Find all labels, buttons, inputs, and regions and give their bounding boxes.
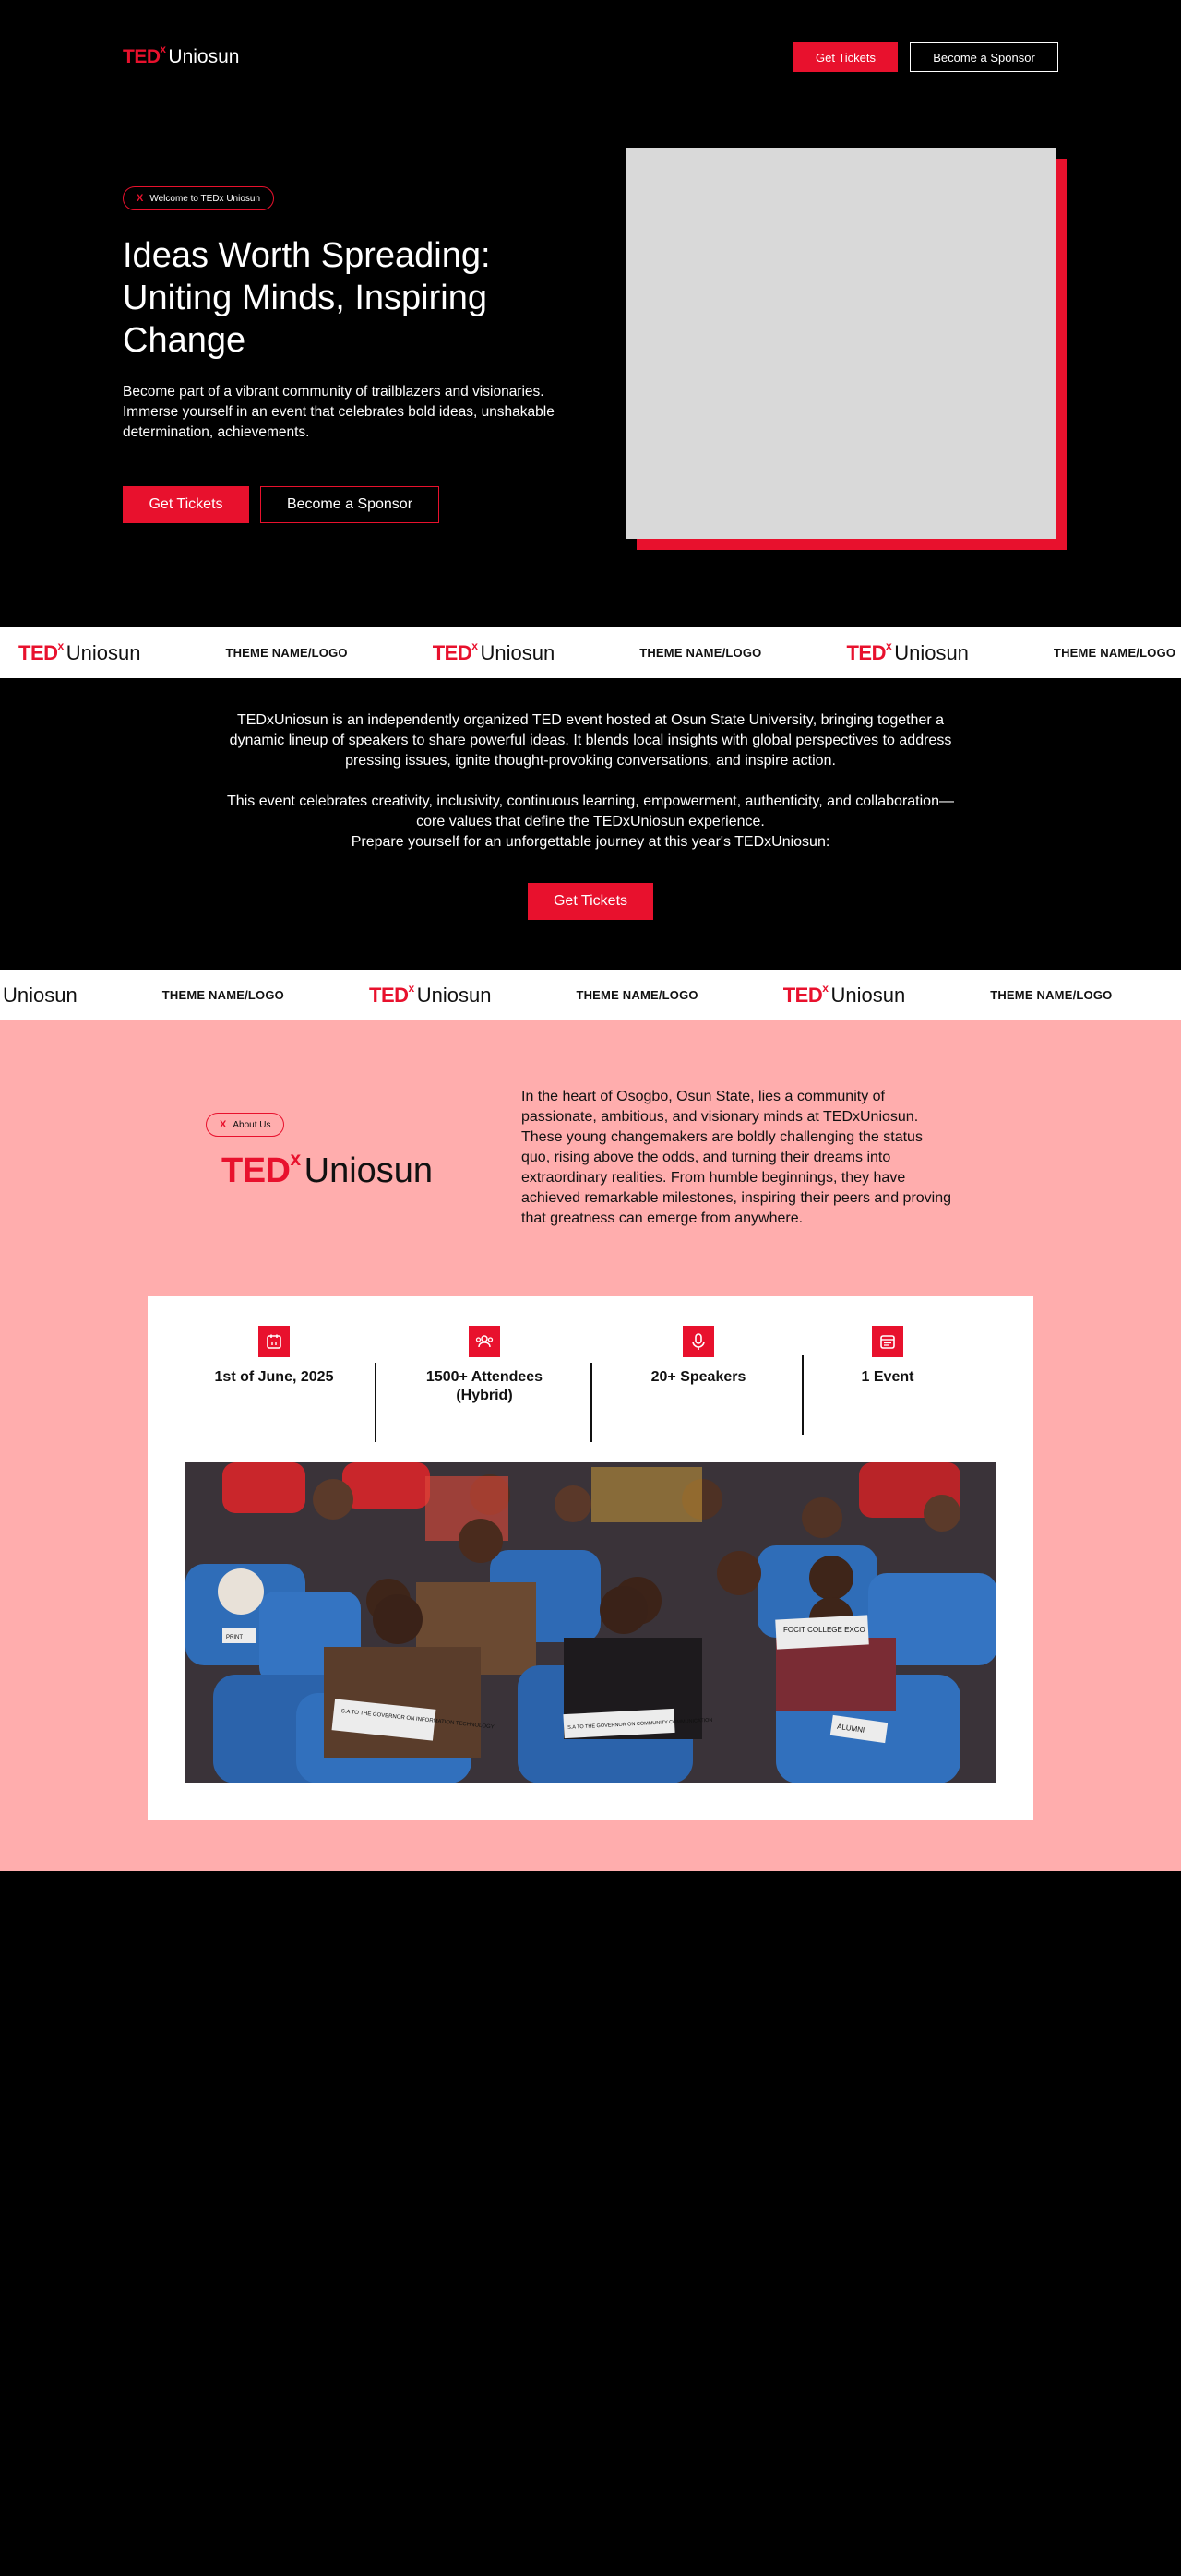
marquee-logo: TEDx Uniosun: [18, 638, 141, 664]
stat-divider: [375, 1363, 376, 1442]
stat-events: 1 Event: [809, 1326, 966, 1387]
intro-paragraph: TEDxUniosun is an independently organize…: [229, 712, 952, 769]
microphone-icon: [683, 1326, 714, 1357]
marquee-logo: TEDx Uniosun: [369, 981, 492, 1007]
header-actions: Get Tickets Become a Sponsor: [793, 42, 1058, 72]
marquee-theme-label: THEME NAME/LOGO: [161, 988, 284, 1002]
welcome-pill: X Welcome to TEDx Uniosun: [123, 186, 275, 210]
people-icon: [469, 1326, 500, 1357]
hero-get-tickets-button[interactable]: Get Tickets: [123, 486, 249, 523]
about-pill-text: About Us: [233, 1119, 271, 1130]
ted-wordmark: TEDx: [221, 1148, 301, 1190]
intro-paragraph: This event celebrates creativity, inclus…: [227, 793, 954, 829]
stat-divider: [590, 1363, 592, 1442]
about-logo: TEDx Uniosun: [221, 1148, 434, 1191]
partner-marquee: TEDx Uniosun THEME NAME/LOGO TEDx Uniosun …: [0, 627, 1181, 678]
stat-divider: [802, 1355, 804, 1435]
stat-speakers: 20+ Speakers: [620, 1326, 777, 1387]
marquee-theme-label: THEME NAME/LOGO: [225, 646, 348, 660]
site-header: TEDx Uniosun Get Tickets Become a Sponso…: [123, 41, 1058, 74]
partner-marquee: Uniosun THEME NAME/LOGO TEDx Uniosun THEM…: [0, 970, 1181, 1020]
intro-section: TEDxUniosun is an independently organize…: [221, 710, 960, 853]
hero-description: Become part of a vibrant community of tr…: [123, 384, 555, 440]
x-icon: X: [220, 1119, 227, 1130]
brand-logo[interactable]: TEDx Uniosun: [123, 44, 240, 68]
marquee-logo-partial: Uniosun: [3, 983, 78, 1007]
event-stats-card: 1st of June, 2025 1500+ Attendees (Hybri…: [148, 1296, 1033, 1820]
stat-attendees-label: 1500+ Attendees (Hybrid): [425, 1369, 543, 1403]
stat-date: 1st of June, 2025: [196, 1326, 352, 1387]
intro-paragraph: Prepare yourself for an unforgettable jo…: [351, 834, 830, 850]
brand-name: Uniosun: [168, 46, 240, 67]
about-description: In the heart of Osogbo, Osun State, lies…: [521, 1089, 952, 1226]
ted-wordmark: TEDx: [123, 44, 166, 67]
hero-become-sponsor-button[interactable]: Become a Sponsor: [260, 486, 439, 523]
about-section: X About Us TEDx Uniosun In the heart of …: [0, 1020, 1181, 1871]
stat-date-label: 1st of June, 2025: [214, 1369, 334, 1385]
marquee-logo: TEDx Uniosun: [432, 638, 555, 664]
event-icon: [872, 1326, 903, 1357]
brand-name: Uniosun: [304, 1151, 434, 1190]
marquee-theme-label: THEME NAME/LOGO: [1053, 646, 1176, 660]
about-pill: X About Us: [206, 1113, 285, 1137]
stats-row: 1st of June, 2025 1500+ Attendees (Hybri…: [148, 1326, 1033, 1442]
calendar-icon: [258, 1326, 290, 1357]
x-icon: X: [137, 193, 144, 204]
header-become-sponsor-button[interactable]: Become a Sponsor: [910, 42, 1058, 72]
hero-title: Ideas Worth Spreading: Uniting Minds, In…: [123, 236, 491, 360]
audience-photo-illustration: FOCIT COLLEGE EXCO S.A TO THE GOVERNOR O…: [185, 1462, 996, 1783]
welcome-pill-text: Welcome to TEDx Uniosun: [149, 193, 261, 204]
stat-attendees: 1500+ Attendees (Hybrid): [406, 1326, 563, 1405]
intro-get-tickets-button[interactable]: Get Tickets: [528, 883, 653, 920]
photo-sign: FOCIT COLLEGE EXCO: [783, 1626, 865, 1634]
marquee-theme-label: THEME NAME/LOGO: [990, 988, 1113, 1002]
stat-speakers-label: 20+ Speakers: [650, 1369, 746, 1385]
marquee-logo: TEDx Uniosun: [782, 981, 906, 1007]
marquee-logo: TEDx Uniosun: [846, 638, 969, 664]
marquee-theme-label: THEME NAME/LOGO: [639, 646, 762, 660]
hero-media-placeholder: [626, 148, 1056, 539]
audience-photo: FOCIT COLLEGE EXCO S.A TO THE GOVERNOR O…: [185, 1462, 996, 1783]
marquee-theme-label: THEME NAME/LOGO: [576, 988, 698, 1002]
stat-events-label: 1 Event: [861, 1369, 914, 1385]
header-get-tickets-button[interactable]: Get Tickets: [793, 42, 898, 72]
hero-actions: Get Tickets Become a Sponsor: [123, 486, 439, 523]
photo-sign: PRINT: [226, 1635, 243, 1640]
